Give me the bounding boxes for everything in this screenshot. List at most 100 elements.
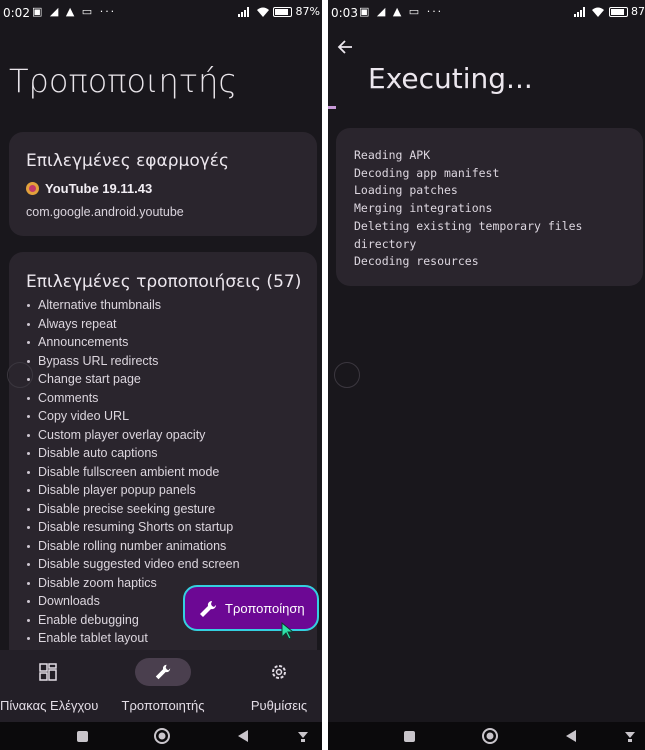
nav-label-settings: Ρυθμίσεις (250, 698, 308, 713)
log-card: Reading APK Decoding app manifest Loading … (336, 128, 643, 286)
patch-list-item: Disable player popup panels (26, 483, 240, 502)
patch-name: Disable fullscreen ambient mode (38, 464, 220, 479)
patch-name: Comments (38, 390, 99, 405)
signal-icon (238, 7, 250, 17)
bullet-icon (27, 581, 30, 585)
page-title: Executing... (368, 62, 533, 95)
nav-item-settings[interactable]: Ρυθμίσεις (236, 650, 322, 722)
bullet-icon (27, 341, 30, 345)
bottom-navigation: Πίνακας Ελέγχου Τροποποιητής Ρυθμίσεις (0, 650, 322, 722)
log-line: directory (354, 236, 417, 251)
status-bar: 0:02 ▣ ◢ ▲ ▭ ··· 87% (0, 0, 322, 26)
system-navigation (0, 722, 322, 750)
bullet-icon (27, 396, 30, 400)
battery-icon (273, 7, 293, 17)
patch-list-item: Custom player overlay opacity (26, 428, 240, 447)
status-time: 0:02 (3, 6, 30, 20)
loading-indicator (7, 362, 33, 388)
app-row: YouTube 19.11.43 (26, 181, 152, 196)
patch-list-item: Comments (26, 391, 240, 410)
patch-name: Disable precise seeking gesture (38, 501, 216, 516)
patch-name: Change start page (38, 372, 141, 386)
patch-name: Announcements (38, 335, 129, 349)
gear-icon (272, 665, 286, 679)
package-name: com.google.android.youtube (26, 205, 184, 219)
wrench-icon (200, 600, 217, 617)
patch-name: Disable resuming Shorts on startup (38, 520, 234, 534)
nav-pill-settings (251, 658, 307, 686)
nav-label-dashboard: Πίνακας Ελέγχου (0, 698, 99, 713)
bullet-icon (27, 415, 30, 419)
selected-apps-card[interactable]: Επιλεγμένες εφαρμογές YouTube 19.11.43 c… (9, 132, 317, 236)
bullet-icon (27, 359, 30, 363)
nav-item-dashboard[interactable]: Πίνακας Ελέγχου (0, 650, 99, 722)
back-icon (566, 730, 576, 742)
bullet-icon (27, 563, 30, 567)
patch-list-item: Disable resuming Shorts on startup (26, 520, 240, 539)
battery-percent: 87 (631, 5, 645, 18)
keyboard-hide-icon (625, 732, 635, 738)
bullet-icon (27, 544, 30, 548)
system-navigation (328, 722, 645, 750)
loading-indicator (334, 362, 360, 388)
patch-name: Enable debugging (38, 612, 139, 627)
patch-list-item: Always repeat (26, 317, 240, 336)
patch-fab-label: Τροποποίηση (225, 601, 305, 616)
patch-list-item: Announcements (26, 335, 240, 354)
patch-name: Disable zoom haptics (38, 575, 157, 590)
patch-name: Bypass URL redirects (38, 353, 159, 368)
patch-name: Disable player popup panels (38, 483, 196, 497)
bullet-icon (27, 637, 30, 641)
patch-name: Enable tablet layout (38, 631, 148, 645)
signal-icon (573, 7, 585, 17)
back-icon (238, 730, 248, 742)
recents-icon (77, 731, 88, 742)
wifi-icon (256, 7, 269, 17)
progress-indicator (328, 106, 336, 109)
bullet-icon (27, 470, 30, 474)
selected-apps-heading: Επιλεγμένες εφαρμογές (26, 151, 229, 171)
dashboard-icon (39, 663, 57, 681)
bullet-icon (27, 322, 30, 326)
bullet-icon (27, 489, 30, 493)
nav-pill-patcher (135, 658, 191, 686)
patch-list-item: Enable tablet layout (26, 631, 240, 650)
notification-icons: ▣ ◢ ▲ ▭ ··· (32, 5, 117, 18)
patch-list-item: Change start page (26, 372, 240, 391)
patch-name: Always repeat (38, 316, 117, 331)
executing-screen: 0:03 ▣ ◢ ▲ ▭ ··· 87 Executing... Reading… (328, 0, 645, 750)
nav-item-patcher[interactable]: Τροποποιητής (113, 650, 213, 722)
log-line: Decoding resources (354, 254, 479, 269)
notification-icons: ▣ ◢ ▲ ▭ ··· (359, 5, 444, 18)
patch-list-item: Bypass URL redirects (26, 354, 240, 373)
patch-name: Disable rolling number animations (38, 538, 227, 553)
patch-name: Disable auto captions (38, 446, 158, 460)
patch-list-item: Alternative thumbnails (26, 298, 240, 317)
patcher-screen: 0:02 ▣ ◢ ▲ ▭ ··· 87% Τροποποιητής Επιλεγ… (0, 0, 322, 750)
patch-name: Disable suggested video end screen (38, 557, 240, 571)
patch-list-item: Disable rolling number animations (26, 539, 240, 558)
selected-patches-heading: Επιλεγμένες τροποποιήσεις (57) (26, 272, 302, 292)
patch-name: Downloads (38, 594, 100, 608)
patch-name: Alternative thumbnails (38, 298, 161, 312)
patch-list-item: Disable fullscreen ambient mode (26, 465, 240, 484)
status-right: 87 (573, 5, 645, 18)
patch-name: Copy video URL (38, 409, 130, 423)
patch-list-item: Disable auto captions (26, 446, 240, 465)
log-line: Loading patches (354, 183, 458, 198)
bullet-icon (27, 452, 30, 456)
bullet-icon (27, 433, 30, 437)
back-arrow-icon[interactable] (337, 39, 353, 55)
bullet-icon (27, 507, 30, 511)
youtube-app-icon (26, 182, 39, 195)
page-title: Τροποποιητής (9, 62, 238, 100)
log-line: Reading APK (354, 148, 431, 162)
status-right: 87% (238, 5, 320, 18)
wrench-icon (155, 664, 171, 680)
nav-pill-dashboard (20, 658, 76, 686)
patch-fab-button[interactable]: Τροποποίηση (183, 585, 319, 631)
bullet-icon (27, 600, 30, 604)
patch-list-item: Disable precise seeking gesture (26, 502, 240, 521)
log-line: Merging integrations (354, 201, 493, 216)
bullet-icon (27, 526, 30, 530)
